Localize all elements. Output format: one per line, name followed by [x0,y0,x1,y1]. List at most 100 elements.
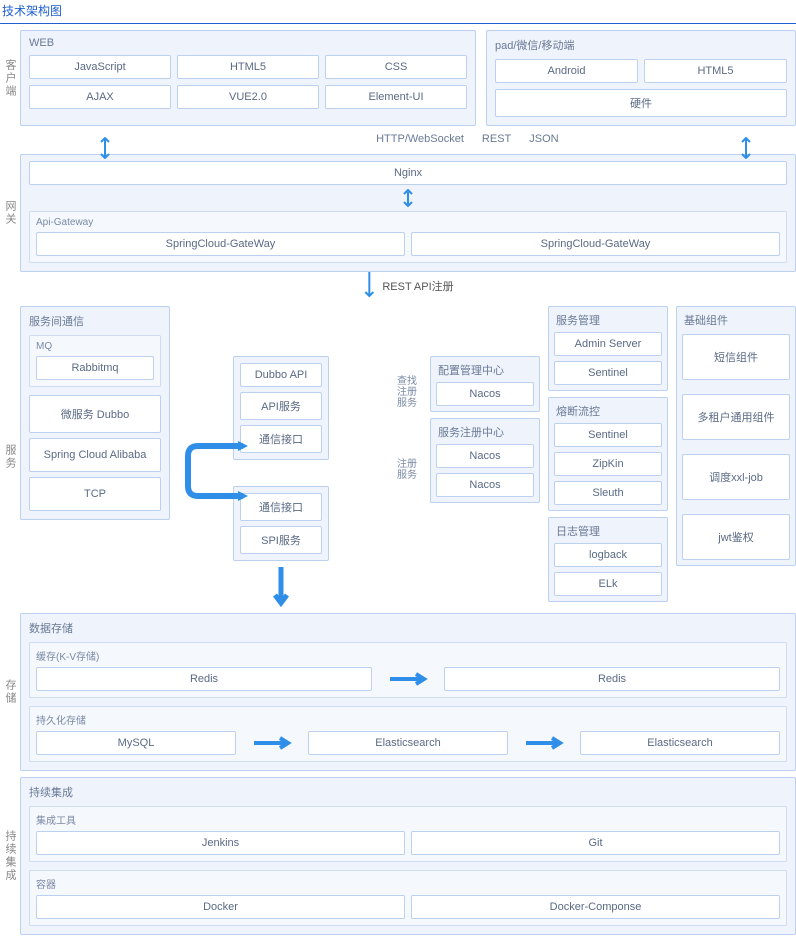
mq-cell: Rabbitmq [36,356,154,380]
mgmt-item: Admin Server [554,332,662,356]
arrow-down-icon [362,272,376,300]
cache-title: 缓存(K-V存储) [36,648,780,663]
comm-item: 微服务 Dubbo [29,395,161,433]
tools-group: 集成工具 Jenkins Git [29,806,787,862]
comm-title: 服务间通信 [29,313,161,329]
ci-panel: 持续集成 集成工具 Jenkins Git 容器 Docker Docker-C… [20,777,796,935]
tech-cell: VUE2.0 [177,85,319,109]
cache-group: 缓存(K-V存储) Redis Redis [29,642,787,698]
mq-group: MQ Rabbitmq [29,335,161,387]
mobile-panel: pad/微信/移动端 Android HTML5 硬件 [486,30,796,126]
gateway-cell: SpringCloud-GateWay [411,232,780,256]
arrow-down-icon [178,567,384,607]
web-panel: WEB JavaScript HTML5 CSS AJAX VUE2.0 Ele… [20,30,476,126]
nginx-cell: Nginx [29,161,787,185]
config-title: 配置管理中心 [438,362,534,378]
base-title: 基础组件 [684,312,790,328]
arrow-down-icon [29,187,787,209]
container-group: 容器 Docker Docker-Componse [29,870,787,926]
rest-api-label: REST API注册 [382,278,453,294]
mgmt-item: Sentinel [554,361,662,385]
gateway-panel: Nginx Api-Gateway SpringCloud-GateWay Sp… [20,154,796,272]
storage-title: 数据存储 [29,620,787,636]
config-center: 配置管理中心 Nacos [430,356,540,412]
gateway-label: 网关 [0,154,20,272]
tech-cell: Element-UI [325,85,467,109]
log-panel: 日志管理 logback ELk [548,517,668,602]
spi-cell: SPI服务 [240,526,322,554]
tech-cell: 硬件 [495,89,787,117]
service-label: 服务 [0,306,20,607]
arrow-right-icon [378,672,438,686]
base-item: 调度xxl-job [682,454,790,500]
circuit-item: Sleuth [554,481,662,505]
mgmt-title: 服务管理 [556,312,662,328]
ci-label: 持续集成 [0,777,20,935]
base-panel: 基础组件 短信组件 多租户通用组件 调度xxl-job jwt鉴权 [676,306,796,566]
lookup-label: 查找 注册 服务 [392,376,422,409]
arrow-down-icon [98,137,112,159]
persist-group: 持久化存储 MySQL Elasticsearch Elasticsearch [29,706,787,762]
persist-title: 持久化存储 [36,712,780,727]
registry-center: 服务注册中心 Nacos Nacos [430,418,540,503]
registry-title: 服务注册中心 [438,424,534,440]
comm-item: TCP [29,477,161,511]
circuit-item: ZipKin [554,452,662,476]
gateway-row: 网关 Nginx Api-Gateway SpringCloud-GateWay… [0,154,796,272]
base-item: 短信组件 [682,334,790,380]
protocol-http: HTTP/WebSocket [376,133,464,145]
api-gateway-group: Api-Gateway SpringCloud-GateWay SpringCl… [29,211,787,263]
tools-title: 集成工具 [36,812,780,827]
circuit-title: 熔断流控 [556,403,662,419]
api-cell: API服务 [240,392,322,420]
registry-item: Nacos [436,473,534,497]
cache-item: Redis [36,667,372,691]
mgmt-panel: 服务管理 Admin Server Sentinel [548,306,668,391]
api-cell: Dubbo API [240,363,322,387]
persist-item: Elasticsearch [308,731,508,755]
container-item: Docker-Componse [411,895,780,919]
base-item: jwt鉴权 [682,514,790,560]
tech-cell: HTML5 [177,55,319,79]
tech-cell: JavaScript [29,55,171,79]
registry-item: Nacos [436,444,534,468]
circuit-panel: 熔断流控 Sentinel ZipKin Sleuth [548,397,668,511]
service-row: 服务 服务间通信 MQ Rabbitmq 微服务 Dubbo Spring Cl… [0,306,796,607]
mobile-title: pad/微信/移动端 [495,37,787,53]
circuit-item: Sentinel [554,423,662,447]
arrow-right-icon [242,736,302,750]
comm-panel: 服务间通信 MQ Rabbitmq 微服务 Dubbo Spring Cloud… [20,306,170,520]
tools-item: Jenkins [36,831,405,855]
client-label: 客户端 [0,30,20,126]
container-item: Docker [36,895,405,919]
tech-cell: CSS [325,55,467,79]
container-title: 容器 [36,876,780,891]
ci-title: 持续集成 [29,784,787,800]
config-item: Nacos [436,382,534,406]
arrow-down-icon [739,137,753,159]
client-row: 客户端 WEB JavaScript HTML5 CSS AJAX VUE2.0… [0,30,796,126]
tools-item: Git [411,831,780,855]
storage-row: 存储 数据存储 缓存(K-V存储) Redis Redis 持久化存储 MySQ… [0,613,796,771]
tech-cell: AJAX [29,85,171,109]
protocol-json: JSON [529,133,558,145]
log-title: 日志管理 [556,523,662,539]
log-item: logback [554,543,662,567]
register-label: 注册 服务 [392,459,422,481]
gateway-cell: SpringCloud-GateWay [36,232,405,256]
cache-item: Redis [444,667,780,691]
tech-cell: HTML5 [644,59,787,83]
persist-item: MySQL [36,731,236,755]
persist-item: Elasticsearch [580,731,780,755]
protocol-rest: REST [482,133,511,145]
api-gateway-title: Api-Gateway [36,217,780,228]
web-title: WEB [29,37,467,49]
storage-label: 存储 [0,613,20,771]
arrow-right-icon [514,736,574,750]
comm-item: Spring Cloud Alibaba [29,438,161,472]
page-title: 技术架构图 [0,0,796,24]
log-item: ELk [554,572,662,596]
tech-cell: Android [495,59,638,83]
loop-arrow-icon [183,441,253,504]
ci-row: 持续集成 持续集成 集成工具 Jenkins Git 容器 Docker Doc… [0,777,796,935]
